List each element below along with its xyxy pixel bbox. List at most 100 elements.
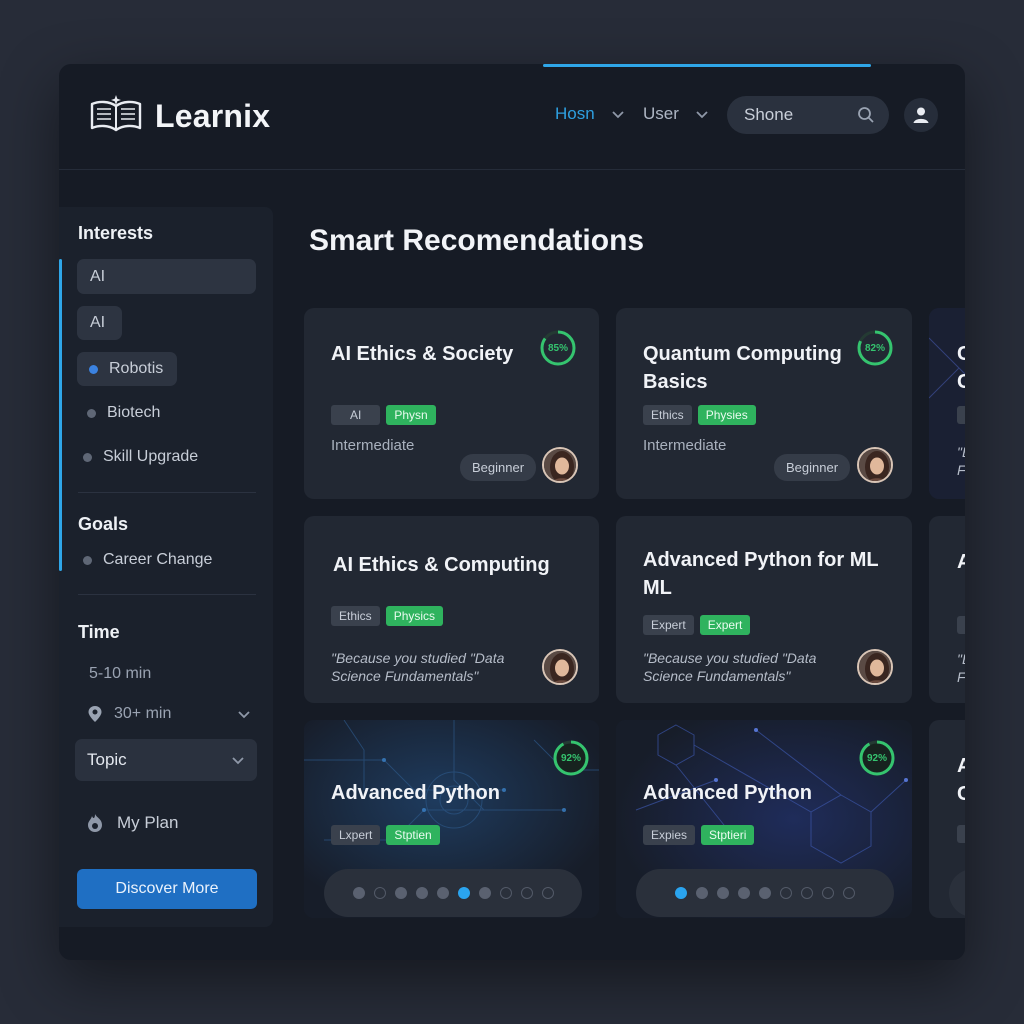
tag-list: Lxpert Stptien (331, 825, 440, 845)
carousel-pagination (949, 869, 965, 917)
status-dot (83, 452, 92, 462)
interest-label: AI (90, 314, 106, 331)
carousel-dot[interactable] (696, 887, 708, 899)
chevron-down-icon (612, 111, 624, 119)
instructor-avatar (542, 447, 578, 483)
divider (78, 594, 256, 595)
carousel-dot[interactable] (478, 887, 491, 899)
interest-item-robotis[interactable]: Robotis (77, 352, 177, 386)
carousel-dot[interactable] (541, 887, 554, 899)
header: Learnix Hosn User (59, 64, 965, 170)
interest-item-ai[interactable]: AI (77, 259, 256, 294)
progress-label: 92% (866, 752, 887, 764)
level-badge: Beginner (460, 454, 537, 481)
carousel-dot[interactable] (394, 887, 407, 899)
logo[interactable]: Learnix (89, 94, 270, 139)
my-plan-link[interactable]: My Plan (85, 813, 178, 833)
course-card[interactable]: Quantum Computing Basics 82% Ethics Phys… (616, 308, 912, 499)
carousel-dot[interactable] (822, 887, 834, 899)
progress-label: 85% (547, 342, 568, 354)
course-card[interactable]: 92% Advanced Python Lxpert Stptien (304, 720, 599, 918)
topic-dropdown[interactable]: Topic (75, 739, 257, 781)
course-card[interactable]: AI Ethics & Computing Ethics Physics "Be… (304, 516, 599, 703)
time-label: 5-10 min (89, 665, 152, 682)
recommendation-reason: F (957, 669, 965, 685)
goal-item-career-change[interactable]: Career Change (83, 551, 212, 569)
carousel-dot[interactable] (520, 887, 533, 899)
divider (78, 492, 256, 493)
carousel-dot-active[interactable] (457, 887, 470, 899)
carousel-dot[interactable] (738, 887, 750, 899)
time-option-short[interactable]: 5-10 min (89, 665, 151, 683)
interest-label: Biotech (107, 404, 161, 421)
interests-heading: Interests (78, 223, 154, 243)
goals-heading: Goals (78, 514, 129, 534)
carousel-dot[interactable] (717, 887, 729, 899)
course-title: A (957, 755, 965, 777)
difficulty-level: Intermediate (331, 437, 415, 454)
brand-name: Learnix (155, 98, 271, 134)
carousel-dot[interactable] (373, 887, 386, 899)
sidebar: Interests AI AI Robotis Biotech Skill Up… (59, 207, 273, 927)
course-card-partial[interactable]: C C "E F (929, 308, 965, 499)
carousel-dot[interactable] (415, 887, 428, 899)
progress-label: 92% (560, 752, 581, 764)
course-card[interactable]: Advanced Python for ML ML Expert Expert … (616, 516, 912, 703)
carousel-pagination (324, 869, 582, 917)
carousel-dot[interactable] (436, 887, 449, 899)
tag (957, 406, 965, 424)
time-label: 30+ min (114, 705, 172, 722)
nav-home[interactable]: Hosn (555, 104, 625, 124)
tag (957, 616, 965, 634)
tag: Expert (643, 615, 694, 635)
progress-ring: 82% (856, 329, 894, 367)
tag: Physics (385, 606, 444, 626)
tag: Expert (699, 615, 751, 635)
course-card[interactable]: 92% Advanced Python Expies Stptieri (616, 720, 912, 918)
search-bar[interactable] (727, 96, 889, 134)
page-title: Smart Recomendations (309, 224, 645, 257)
carousel-dot[interactable] (801, 887, 813, 899)
status-dot (87, 408, 96, 418)
carousel-dot-active[interactable] (675, 887, 687, 899)
plan-icon (88, 814, 102, 832)
sidebar-accent-line (59, 259, 62, 571)
discover-more-button[interactable]: Discover More (77, 869, 257, 909)
course-title: Advanced Python for ML ML (643, 549, 879, 599)
recommendation-reason: "Because you studied "Data Science Funda… (331, 650, 505, 684)
carousel-dot[interactable] (759, 887, 771, 899)
interest-item-biotech[interactable]: Biotech (87, 404, 160, 422)
book-icon (89, 94, 143, 139)
course-card-partial[interactable]: A C (929, 720, 965, 918)
interest-item-skill-upgrade[interactable]: Skill Upgrade (83, 448, 198, 466)
carousel-dot[interactable] (843, 887, 855, 899)
time-heading: Time (78, 622, 120, 642)
interest-item-ai-2[interactable]: AI (77, 306, 122, 340)
search-input[interactable] (744, 105, 844, 125)
progress-ring: 92% (552, 739, 590, 777)
app-window: Learnix Hosn User Interests AI AI (59, 64, 965, 960)
time-option-long[interactable]: 30+ min (87, 705, 251, 723)
course-card[interactable]: AI Ethics & Society 85% AI Physn Interme… (304, 308, 599, 499)
carousel-dot[interactable] (499, 887, 512, 899)
course-title: C (957, 371, 965, 393)
progress-ring: 92% (858, 739, 896, 777)
search-icon[interactable] (857, 106, 875, 124)
carousel-dot[interactable] (352, 887, 365, 899)
tag: Ethics (643, 405, 692, 425)
nav-user[interactable]: User (643, 104, 709, 124)
carousel-pagination (636, 869, 894, 917)
tag-list: AI Physn (331, 405, 436, 425)
recommendation-reason: "Because you studied "Data Science Funda… (643, 650, 817, 684)
tag-list: Expies Stptieri (643, 825, 755, 845)
recommendation-reason: "E (957, 651, 965, 667)
recommendation-reason: F (957, 462, 965, 478)
user-avatar-button[interactable] (904, 98, 938, 132)
interest-label: Robotis (109, 360, 164, 377)
course-card-partial[interactable]: A "E F (929, 516, 965, 703)
tag: Physn (386, 405, 436, 425)
course-title: C (957, 783, 965, 805)
carousel-dot[interactable] (780, 887, 792, 899)
chevron-down-icon (238, 711, 250, 719)
tag: Physies (697, 405, 756, 425)
